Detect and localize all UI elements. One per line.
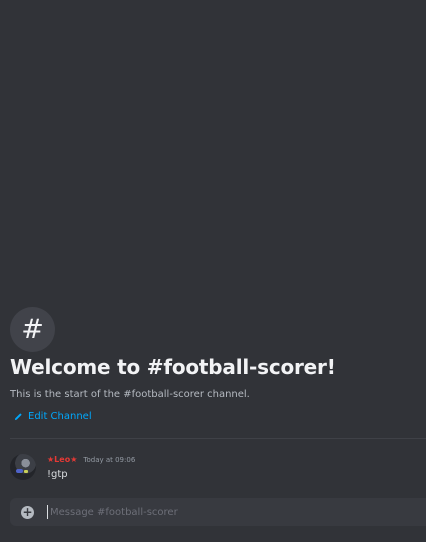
- add-attachment-icon[interactable]: +: [21, 505, 34, 519]
- welcome-subtitle: This is the start of the #football-score…: [10, 389, 250, 400]
- message-username[interactable]: ★Leo★: [47, 455, 77, 464]
- message-input[interactable]: [47, 505, 426, 519]
- message-divider: [10, 438, 426, 439]
- edit-channel-link[interactable]: Edit Channel: [14, 411, 92, 422]
- channel-hashtag-icon: #: [10, 307, 55, 352]
- message-header: ★Leo★ Today at 09:06: [47, 455, 135, 464]
- edit-channel-label: Edit Channel: [28, 411, 92, 422]
- message-composer: +: [10, 498, 426, 526]
- welcome-title: Welcome to #football-scorer!: [10, 355, 336, 379]
- message-item: ★Leo★ Today at 09:06 !gtp: [10, 452, 426, 486]
- message-text: !gtp: [47, 469, 68, 480]
- pencil-icon: [14, 413, 22, 421]
- message-timestamp: Today at 09:06: [83, 456, 136, 464]
- avatar[interactable]: [10, 454, 36, 480]
